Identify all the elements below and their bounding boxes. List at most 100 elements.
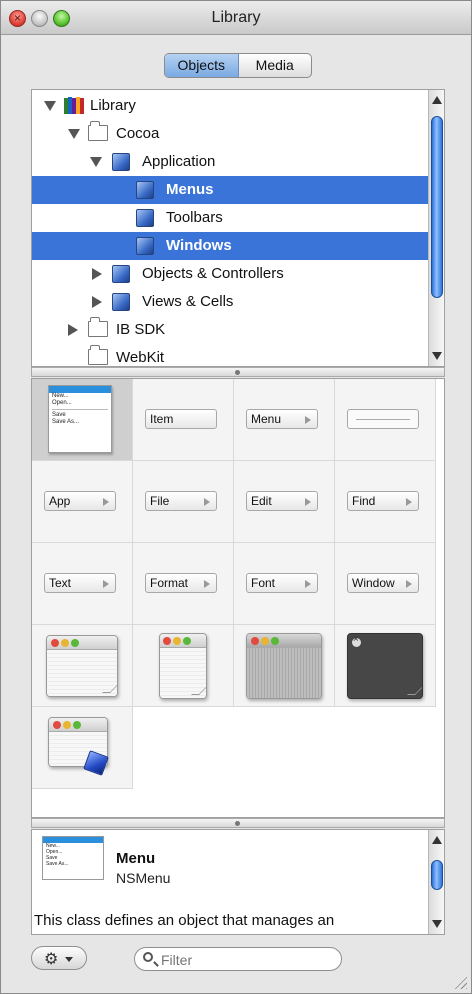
menu-preview-item: Save As... [46, 861, 69, 867]
tree-item-label: Toolbars [166, 209, 223, 226]
tree-item-label: IB SDK [116, 321, 166, 338]
menu-preview-icon: New... Open... Save Save As... [42, 836, 104, 880]
metal-window-icon [246, 633, 322, 699]
chip-label: Menu [251, 412, 282, 426]
tree-item-cocoa[interactable]: Cocoa [32, 120, 434, 148]
split-view-divider-top[interactable] [31, 367, 445, 377]
submenu-chip: File [145, 491, 217, 511]
library-window: × Library Objects Media Library Cocoa Ap [0, 0, 472, 994]
detail-description: This class defines an object that manage… [34, 912, 335, 929]
split-view-divider-bottom[interactable] [31, 818, 445, 828]
chip-label: Window [352, 576, 395, 590]
panel-window-icon [159, 633, 207, 699]
tree-item-ib-sdk[interactable]: IB SDK [32, 316, 434, 344]
grid-cell-submenu-item[interactable]: Menu [234, 379, 335, 461]
grid-cell-edit-menu[interactable]: Edit [234, 461, 335, 543]
chip-label: File [150, 494, 170, 508]
submenu-arrow-icon [305, 416, 311, 424]
grid-cell-separator-item[interactable] [335, 379, 436, 461]
disclosure-collapsed-icon[interactable] [68, 324, 78, 336]
tree-item-views-cells[interactable]: Views & Cells [32, 288, 434, 316]
grid-cell-menu-object[interactable]: New... Open... Save Save As... [32, 379, 133, 461]
tree-item-label: Menus [166, 181, 214, 198]
disclosure-expanded-icon[interactable] [90, 157, 102, 167]
folder-icon [88, 317, 108, 337]
detail-scrollbar[interactable] [428, 830, 444, 934]
resize-grip-icon[interactable] [453, 975, 467, 989]
tree-item-toolbars[interactable]: Toolbars [32, 204, 434, 232]
media-tab[interactable]: Media [239, 54, 312, 77]
chip-label: Find [352, 494, 376, 508]
detail-class-name: NSMenu [116, 870, 171, 886]
tree-item-application[interactable]: Application [32, 148, 434, 176]
scroll-up-arrow-icon[interactable] [432, 96, 442, 104]
detail-title: Menu [116, 850, 156, 867]
disclosure-collapsed-icon[interactable] [92, 268, 102, 280]
library-outline: Library Cocoa Application Menus Toolbars… [31, 89, 445, 367]
grid-cell-file-menu[interactable]: File [133, 461, 234, 543]
outline-scrollbar[interactable] [428, 90, 444, 366]
chip-label: Format [150, 576, 189, 590]
tree-item-library[interactable]: Library [32, 92, 434, 120]
tree-item-menus[interactable]: Menus [32, 176, 434, 204]
objects-tab[interactable]: Objects [165, 54, 239, 77]
grid-cell-hud-window[interactable] [335, 625, 436, 707]
grid-cell-font-menu[interactable]: Font [234, 543, 335, 625]
tree-item-label: Objects & Controllers [142, 265, 284, 282]
grid-cell-textured-window[interactable] [133, 625, 234, 707]
disclosure-expanded-icon[interactable] [68, 129, 80, 139]
grid-cell-menu-item[interactable]: Item [133, 379, 234, 461]
action-menu-button[interactable]: ⚙ [31, 946, 87, 970]
grid-cell-format-menu[interactable]: Format [133, 543, 234, 625]
tree-item-label: WebKit [116, 349, 165, 366]
cube-icon [136, 209, 154, 227]
filter-input[interactable] [161, 950, 331, 969]
grid-cell-app-menu[interactable]: App [32, 461, 133, 543]
folder-icon [88, 345, 108, 365]
tree-item-label: Application [142, 153, 216, 170]
chip-label: Item [150, 412, 174, 426]
tree-item-objects-controllers[interactable]: Objects & Controllers [32, 260, 434, 288]
scroll-down-arrow-icon[interactable] [432, 920, 442, 928]
submenu-chip: Edit [246, 491, 318, 511]
tree-item-label: Cocoa [116, 125, 160, 142]
search-icon [143, 952, 153, 962]
cube-icon [136, 181, 154, 199]
grid-cell-window[interactable] [32, 625, 133, 707]
submenu-arrow-icon [406, 498, 412, 506]
scroll-thumb[interactable] [431, 860, 443, 890]
submenu-chip: Window [347, 573, 419, 593]
grid-cell-text-menu[interactable]: Text [32, 543, 133, 625]
submenu-arrow-icon [406, 580, 412, 588]
grid-cell-window-menu[interactable]: Window [335, 543, 436, 625]
scroll-down-arrow-icon[interactable] [432, 352, 442, 360]
submenu-chip: Menu [246, 409, 318, 429]
tree-item-webkit[interactable]: WebKit [32, 344, 434, 366]
chip-label: App [49, 494, 71, 508]
submenu-arrow-icon [103, 498, 109, 506]
submenu-arrow-icon [204, 580, 210, 588]
divider-handle-icon [235, 821, 240, 826]
tree-item-label: Windows [166, 237, 232, 254]
chip-label: Font [251, 576, 276, 590]
menu-preview-item: New... [52, 393, 69, 399]
standard-window-icon [46, 635, 118, 697]
tree-item-windows[interactable]: Windows [32, 232, 434, 260]
submenu-chip: Format [145, 573, 217, 593]
submenu-arrow-icon [103, 580, 109, 588]
disclosure-collapsed-icon[interactable] [92, 296, 102, 308]
grid-cell-find-menu[interactable]: Find [335, 461, 436, 543]
grid-cell-window-controller[interactable] [32, 707, 133, 789]
filter-search-field[interactable] [134, 947, 342, 971]
scroll-up-arrow-icon[interactable] [432, 836, 442, 844]
menu-preview-item: Save As... [52, 419, 80, 425]
divider-handle-icon [235, 370, 240, 375]
submenu-arrow-icon [204, 498, 210, 506]
grid-cell-metal-window[interactable] [234, 625, 335, 707]
disclosure-expanded-icon[interactable] [44, 101, 56, 111]
title-bar[interactable]: × Library [1, 1, 471, 35]
chip-label: Text [49, 576, 72, 590]
object-grid: New... Open... Save Save As... Item Menu… [31, 378, 445, 818]
cube-icon [112, 153, 130, 171]
scroll-thumb[interactable] [431, 116, 443, 298]
